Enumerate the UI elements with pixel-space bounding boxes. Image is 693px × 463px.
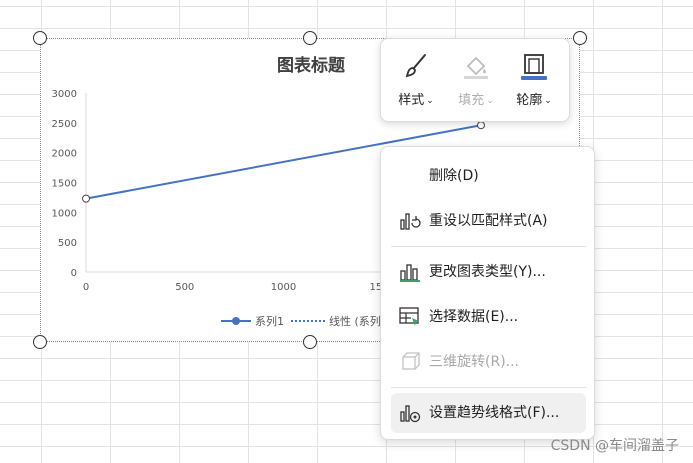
resize-handle-top[interactable]: [303, 31, 317, 45]
brush-icon: [405, 54, 426, 78]
watermark: CSDN @车间溜盖子: [550, 438, 679, 454]
menu-item-label: 删除(D): [429, 168, 479, 184]
menu-item-select-data[interactable]: 选择数据(E)...: [391, 297, 586, 337]
x-tick-label: 0: [83, 282, 89, 293]
y-tick-label: 2000: [52, 149, 77, 160]
menu-item-3d-rotation[interactable]: 三维旋转(R)...: [391, 342, 586, 382]
format-trendline-icon: [400, 405, 421, 423]
style-button-label: 样式: [398, 93, 425, 108]
y-tick-label: 500: [58, 238, 77, 249]
y-tick-label: 0: [71, 268, 77, 279]
data-point[interactable]: [82, 194, 90, 203]
chevron-down-icon: ⌄: [486, 96, 494, 106]
menu-item-label: 选择数据(E)...: [429, 309, 519, 325]
menu-item-label: 更改图表类型(Y)...: [429, 264, 546, 280]
3d-rotate-icon: [402, 352, 420, 370]
paint-bucket-icon: [464, 56, 488, 79]
menu-item-format-trendline[interactable]: 设置趋势线格式(F)...: [391, 393, 586, 433]
chart-type-icon: [400, 264, 420, 282]
x-tick-label: 500: [175, 282, 194, 293]
outline-button[interactable]: 轮廓 ⌄: [505, 49, 563, 115]
menu-item-label: 重设以匹配样式(A): [429, 213, 548, 229]
menu-item-label: 设置趋势线格式(F)...: [429, 405, 560, 421]
y-tick-label: 1000: [52, 208, 77, 219]
menu-separator: [391, 387, 586, 388]
chevron-down-icon: ⌄: [544, 96, 552, 106]
y-tick-label: 3000: [52, 89, 77, 100]
chevron-down-icon: ⌄: [426, 96, 434, 106]
data-point[interactable]: [477, 121, 485, 130]
menu-item-change-chart-type[interactable]: 更改图表类型(Y)...: [391, 252, 586, 292]
menu-item-delete[interactable]: 删除(D): [391, 156, 586, 196]
menu-item-reset-style[interactable]: 重设以匹配样式(A): [391, 201, 586, 241]
fill-button[interactable]: 填充 ⌄: [447, 49, 505, 115]
style-button[interactable]: 样式 ⌄: [387, 49, 445, 115]
outline-button-label: 轮廓: [516, 93, 543, 108]
resize-handle-top-right[interactable]: [573, 31, 587, 45]
outline-icon: [521, 54, 547, 80]
menu-separator: [391, 246, 586, 247]
y-tick-label: 2500: [52, 119, 77, 130]
resize-handle-bottom-left[interactable]: [33, 335, 47, 349]
context-menu: 删除(D) 重设以匹配样式(A) 更改图表类型(Y)... 选择数据(E)...: [380, 146, 595, 440]
fill-button-label: 填充: [458, 93, 485, 108]
reset-style-icon: [400, 213, 421, 230]
x-tick-label: 1000: [271, 282, 296, 293]
select-data-icon: [399, 307, 419, 326]
y-tick-label: 1500: [52, 179, 77, 190]
resize-handle-bottom[interactable]: [303, 335, 317, 349]
chart-format-toolbar: 样式 ⌄ 填充 ⌄ 轮廓 ⌄: [380, 38, 570, 122]
resize-handle-top-left[interactable]: [33, 31, 47, 45]
menu-item-label: 三维旋转(R)...: [429, 354, 520, 370]
